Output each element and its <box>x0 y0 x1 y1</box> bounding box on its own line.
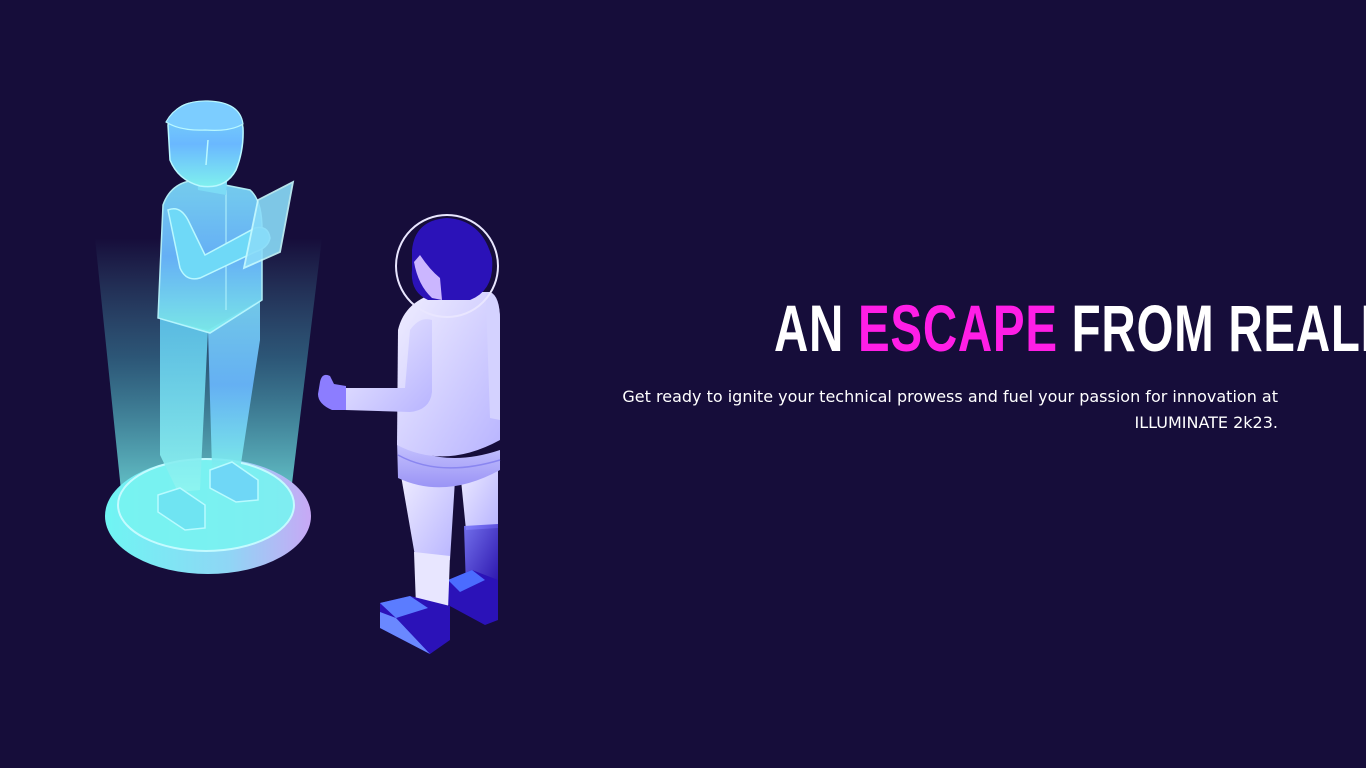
astronaut-icon <box>318 214 501 654</box>
hero-text: AN ESCAPE FROM REALITY Get ready to igni… <box>578 290 1366 436</box>
hero-illustration <box>95 100 501 654</box>
headline-part-2: FROM REALITY <box>1071 291 1366 365</box>
headline-accent: ESCAPE <box>858 291 1058 365</box>
hero-section: AN ESCAPE FROM REALITY Get ready to igni… <box>0 0 1366 768</box>
hero-headline: AN ESCAPE FROM REALITY <box>774 290 1366 366</box>
headline-part-1: AN <box>774 291 859 365</box>
hero-subtitle: Get ready to ignite your technical prowe… <box>622 387 1278 432</box>
hologram-person-icon <box>95 100 322 574</box>
